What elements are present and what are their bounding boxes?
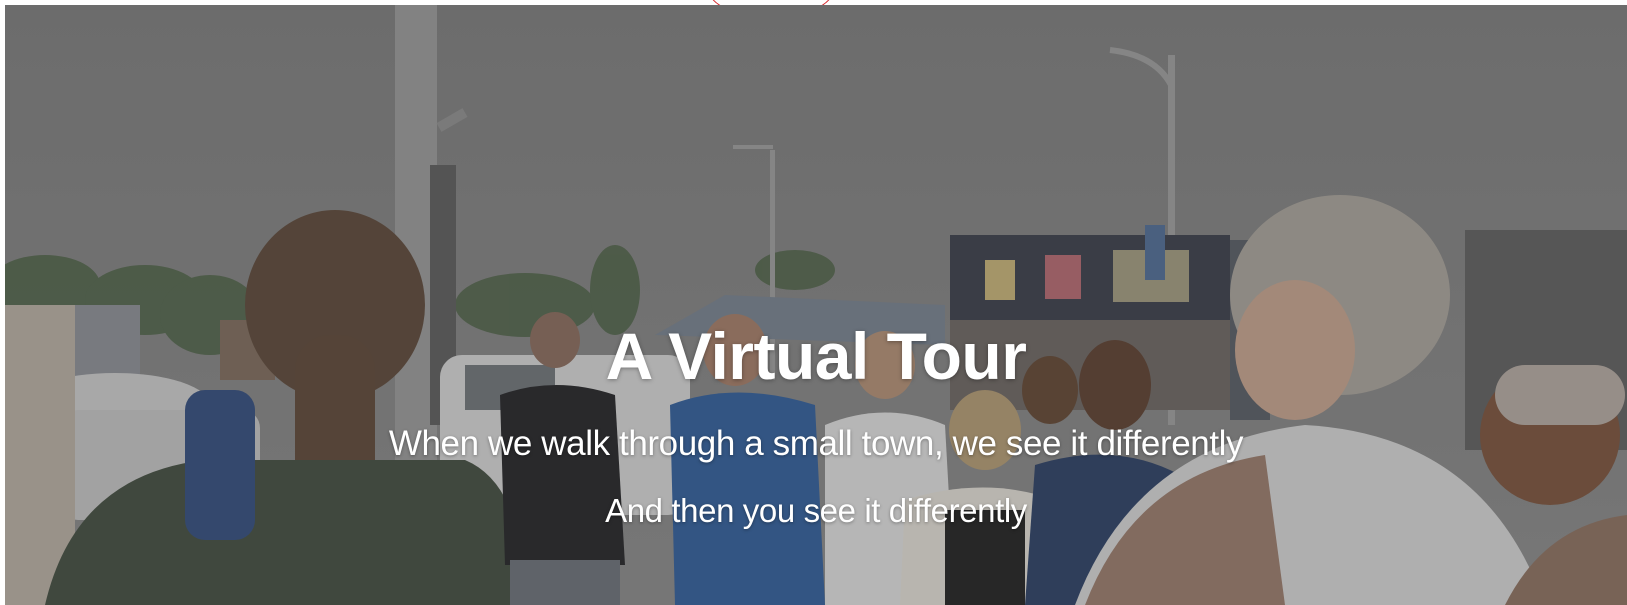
hero-text-block: A Virtual Tour When we walk through a sm… (5, 5, 1627, 605)
hero-banner: A Virtual Tour When we walk through a sm… (5, 5, 1627, 605)
page: A Virtual Tour When we walk through a sm… (0, 0, 1627, 605)
hero-subtitle: When we walk through a small town, we se… (388, 424, 1244, 463)
hero-tagline: And then you see it differently (605, 492, 1027, 529)
hero-title: A Virtual Tour (605, 319, 1027, 393)
